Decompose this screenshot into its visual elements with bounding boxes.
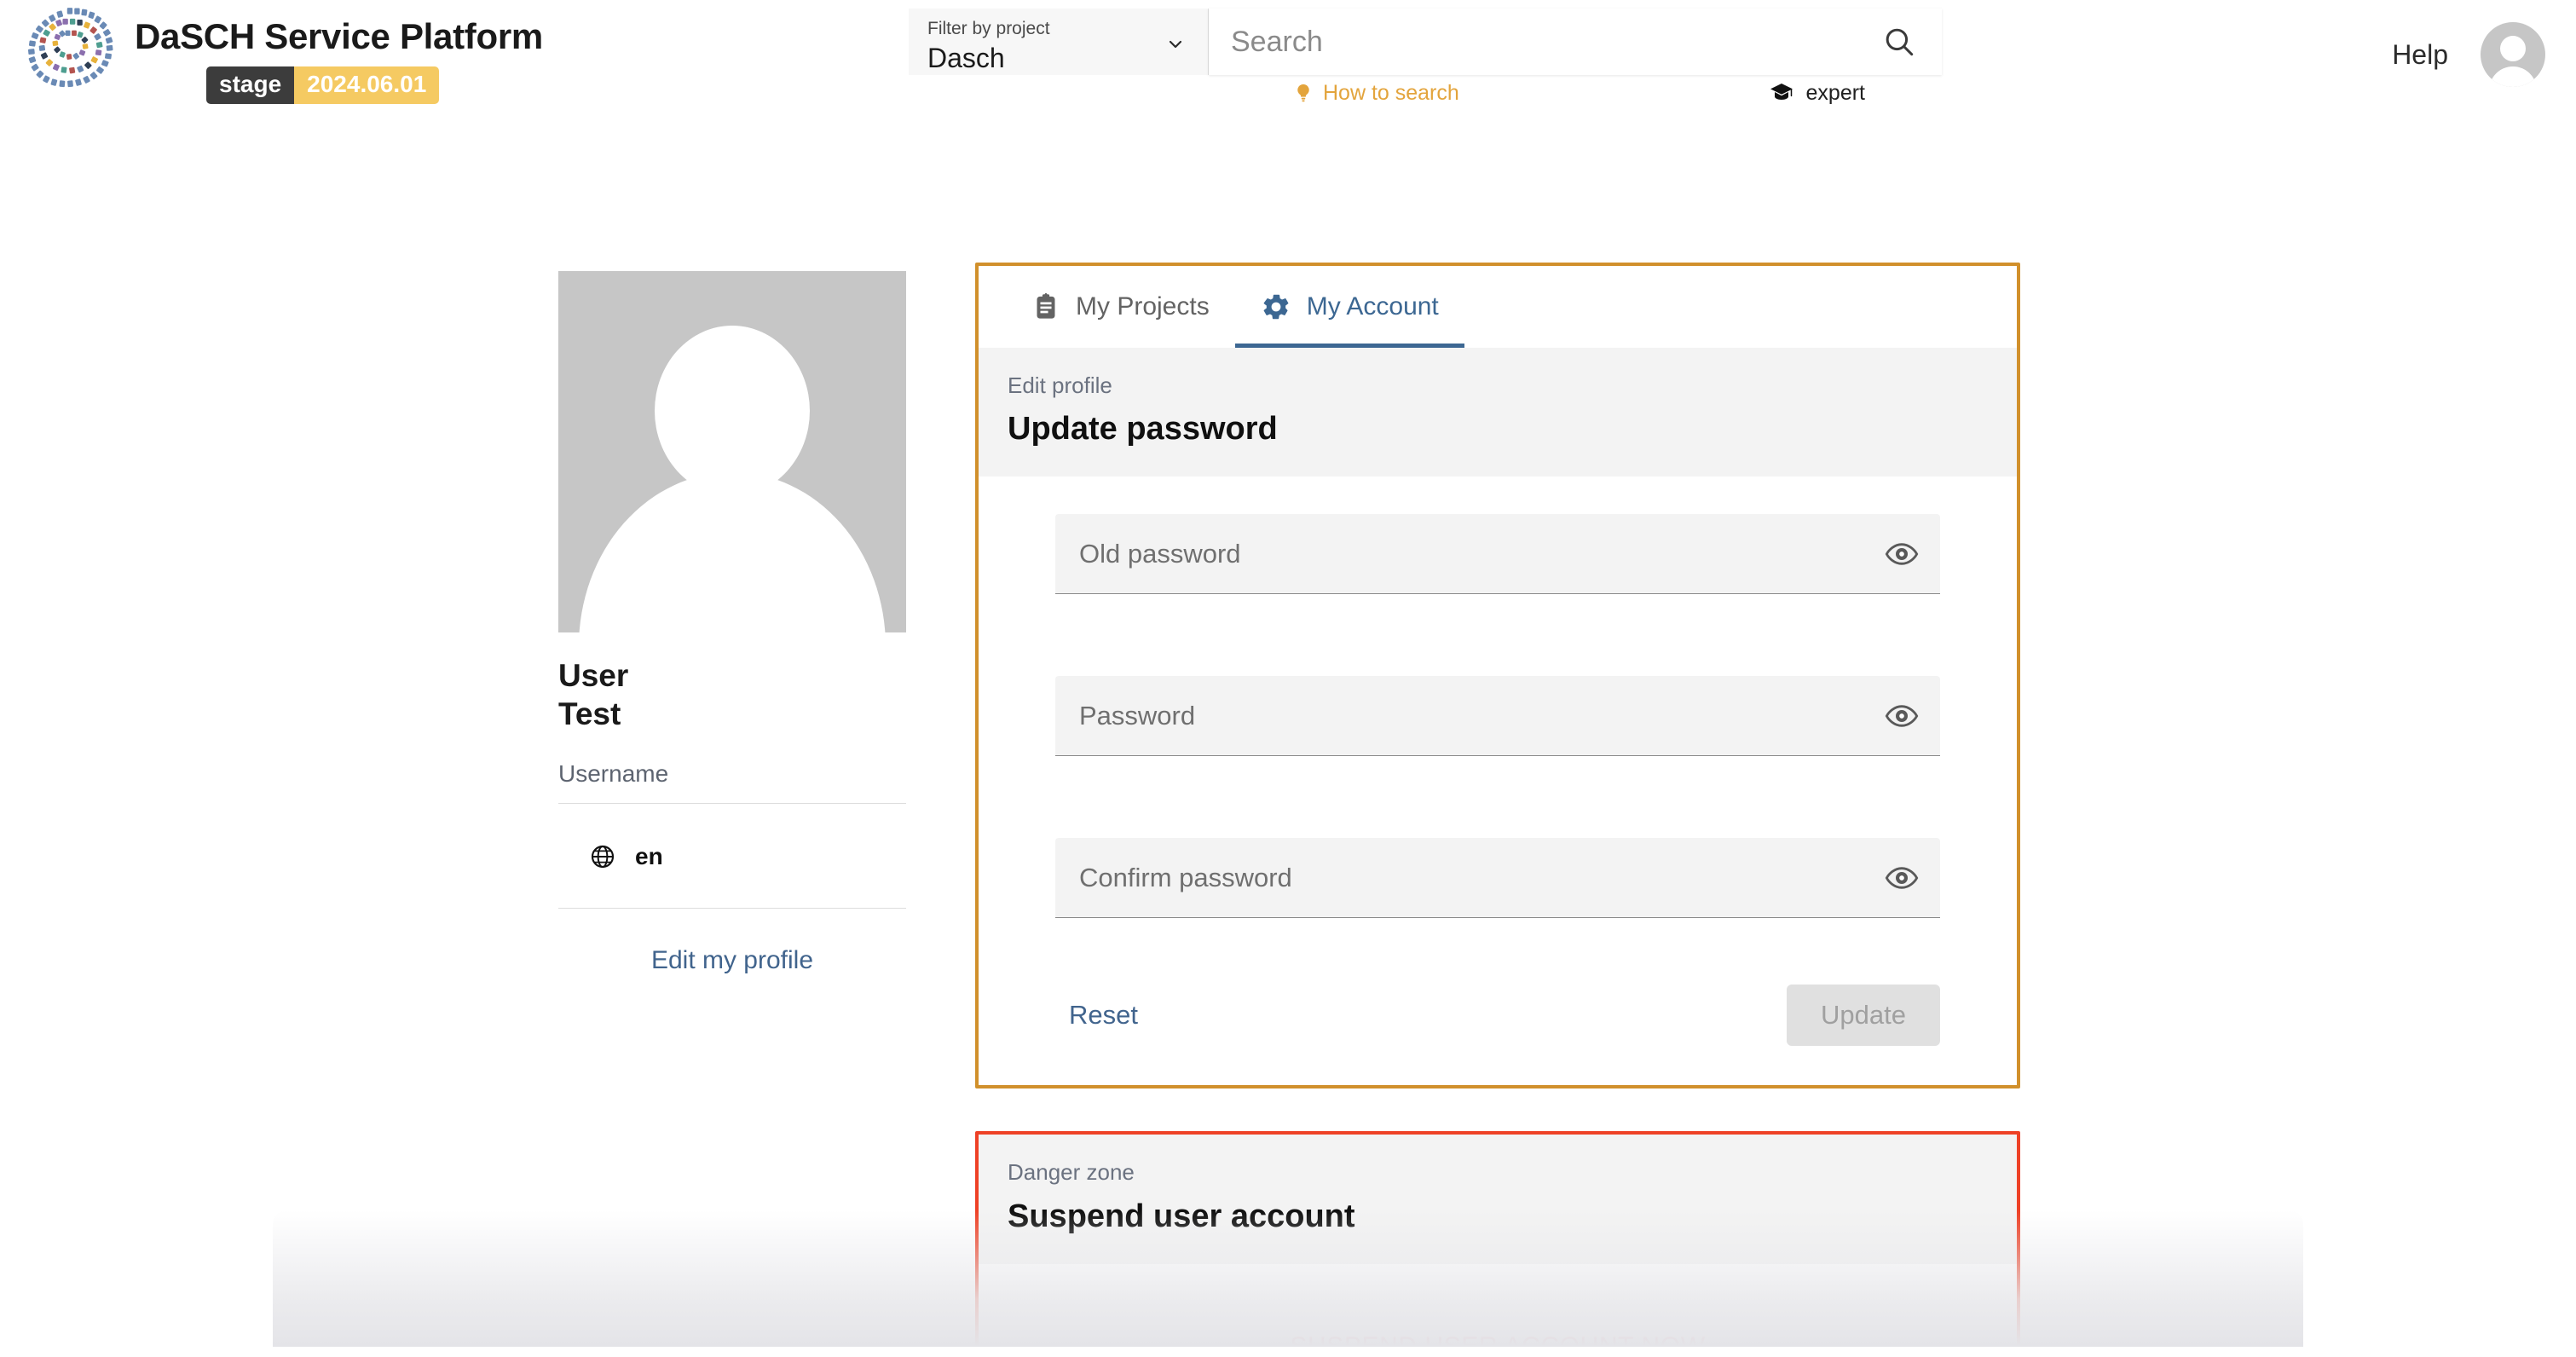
search-row: Filter by project Dasch bbox=[909, 9, 1942, 75]
eye-icon bbox=[1885, 705, 1919, 727]
update-button[interactable]: Update bbox=[1787, 985, 1940, 1047]
tabs: My Projects My Account bbox=[979, 266, 2017, 348]
app-header: DaSCH Service Platform stage 2024.06.01 … bbox=[0, 0, 2576, 138]
new-password-input[interactable] bbox=[1079, 700, 1872, 731]
danger-zone-card: Danger zone Suspend user account SUSPEND… bbox=[975, 1131, 2020, 1347]
gear-icon bbox=[1263, 294, 1289, 320]
danger-zone-header: Danger zone Suspend user account bbox=[979, 1135, 2017, 1264]
dasch-spiral-logo-icon bbox=[27, 8, 113, 88]
danger-zone-title: Suspend user account bbox=[1008, 1198, 1355, 1234]
how-to-search-label: How to search bbox=[1323, 80, 1459, 105]
old-password-visibility-toggle[interactable] bbox=[1882, 534, 1921, 574]
language-selector[interactable]: en bbox=[558, 804, 906, 909]
tab-my-account-label: My Account bbox=[1306, 292, 1439, 320]
page-content: User Test Username en Edit my profile My… bbox=[0, 109, 2576, 1347]
form-actions: Reset Update bbox=[1055, 985, 1940, 1047]
globe-icon bbox=[591, 846, 615, 869]
confirm-password-input[interactable] bbox=[1079, 862, 1872, 893]
help-link[interactable]: Help bbox=[2392, 39, 2448, 71]
app-title: DaSCH Service Platform bbox=[135, 16, 543, 56]
clipboard-icon bbox=[1037, 292, 1055, 319]
confirm-password-field[interactable] bbox=[1055, 838, 1940, 919]
chevron-down-icon bbox=[1169, 40, 1182, 49]
search-input[interactable] bbox=[1231, 25, 1879, 59]
profile-body-shape bbox=[579, 472, 886, 632]
section-title: Update password bbox=[1008, 411, 1278, 448]
expert-search-toggle[interactable]: expert bbox=[1767, 80, 1865, 106]
language-value: en bbox=[635, 843, 663, 870]
profile-head-shape bbox=[655, 326, 810, 496]
profile-first-name: User bbox=[558, 658, 629, 693]
profile-sidebar: User Test Username en Edit my profile bbox=[558, 271, 906, 975]
user-placeholder-image-icon bbox=[558, 271, 906, 632]
brand[interactable]: DaSCH Service Platform stage 2024.06.01 bbox=[0, 0, 543, 104]
profile-name: User Test bbox=[558, 656, 906, 733]
project-filter-select[interactable]: Filter by project Dasch bbox=[909, 9, 1209, 75]
lightbulb-icon bbox=[1297, 84, 1309, 102]
old-password-input[interactable] bbox=[1079, 538, 1872, 569]
tab-my-projects[interactable]: My Projects bbox=[1006, 266, 1235, 348]
search-block: Filter by project Dasch Search How to se… bbox=[909, 9, 1942, 111]
suspend-user-account-button[interactable]: SUSPEND USER ACCOUNT NOW bbox=[1274, 1325, 1720, 1347]
edit-my-profile-link[interactable]: Edit my profile bbox=[558, 946, 906, 975]
new-password-field[interactable] bbox=[1055, 676, 1940, 757]
stage-badge: stage bbox=[206, 66, 295, 104]
tab-my-account[interactable]: My Account bbox=[1234, 266, 1464, 348]
version-number-badge: 2024.06.01 bbox=[294, 66, 440, 104]
search-icon bbox=[1886, 28, 1914, 56]
profile-last-name: Test bbox=[558, 696, 621, 732]
brand-texts: DaSCH Service Platform stage 2024.06.01 bbox=[135, 5, 543, 104]
eye-icon bbox=[1885, 543, 1919, 565]
reset-button[interactable]: Reset bbox=[1055, 991, 1152, 1039]
how-to-search-link[interactable]: How to search bbox=[1292, 80, 1459, 106]
danger-zone-body: SUSPEND USER ACCOUNT NOW bbox=[979, 1263, 2017, 1347]
old-password-field[interactable] bbox=[1055, 514, 1940, 595]
header-right: Help bbox=[2392, 0, 2545, 109]
search-submit-button[interactable] bbox=[1879, 21, 1920, 62]
account-card: My Projects My Account Edit profile Upda… bbox=[975, 263, 2020, 1089]
new-password-visibility-toggle[interactable] bbox=[1882, 696, 1921, 736]
search-sub-row: How to search expert bbox=[909, 75, 1942, 111]
project-filter-label: Filter by project bbox=[927, 19, 1050, 38]
section-eyebrow: Edit profile bbox=[1008, 372, 1112, 398]
confirm-password-visibility-toggle[interactable] bbox=[1882, 858, 1921, 898]
danger-zone-eyebrow: Danger zone bbox=[1008, 1159, 1135, 1186]
user-avatar-button[interactable] bbox=[2481, 22, 2545, 87]
update-password-form: Reset Update bbox=[979, 476, 2017, 1086]
search-field[interactable] bbox=[1209, 9, 1942, 75]
update-password-header: Edit profile Update password bbox=[979, 348, 2017, 477]
project-filter-value: Dasch bbox=[927, 43, 1005, 73]
avatar-body bbox=[2489, 66, 2537, 87]
cards-column: My Projects My Account Edit profile Upda… bbox=[975, 263, 2020, 1347]
version-badge: stage 2024.06.01 bbox=[206, 66, 440, 104]
graduation-cap-icon bbox=[1770, 84, 1793, 100]
tab-my-projects-label: My Projects bbox=[1076, 292, 1210, 320]
eye-icon bbox=[1885, 867, 1919, 889]
profile-username: Username bbox=[558, 760, 906, 805]
avatar-head bbox=[2500, 36, 2526, 61]
expert-label: expert bbox=[1805, 80, 1865, 105]
